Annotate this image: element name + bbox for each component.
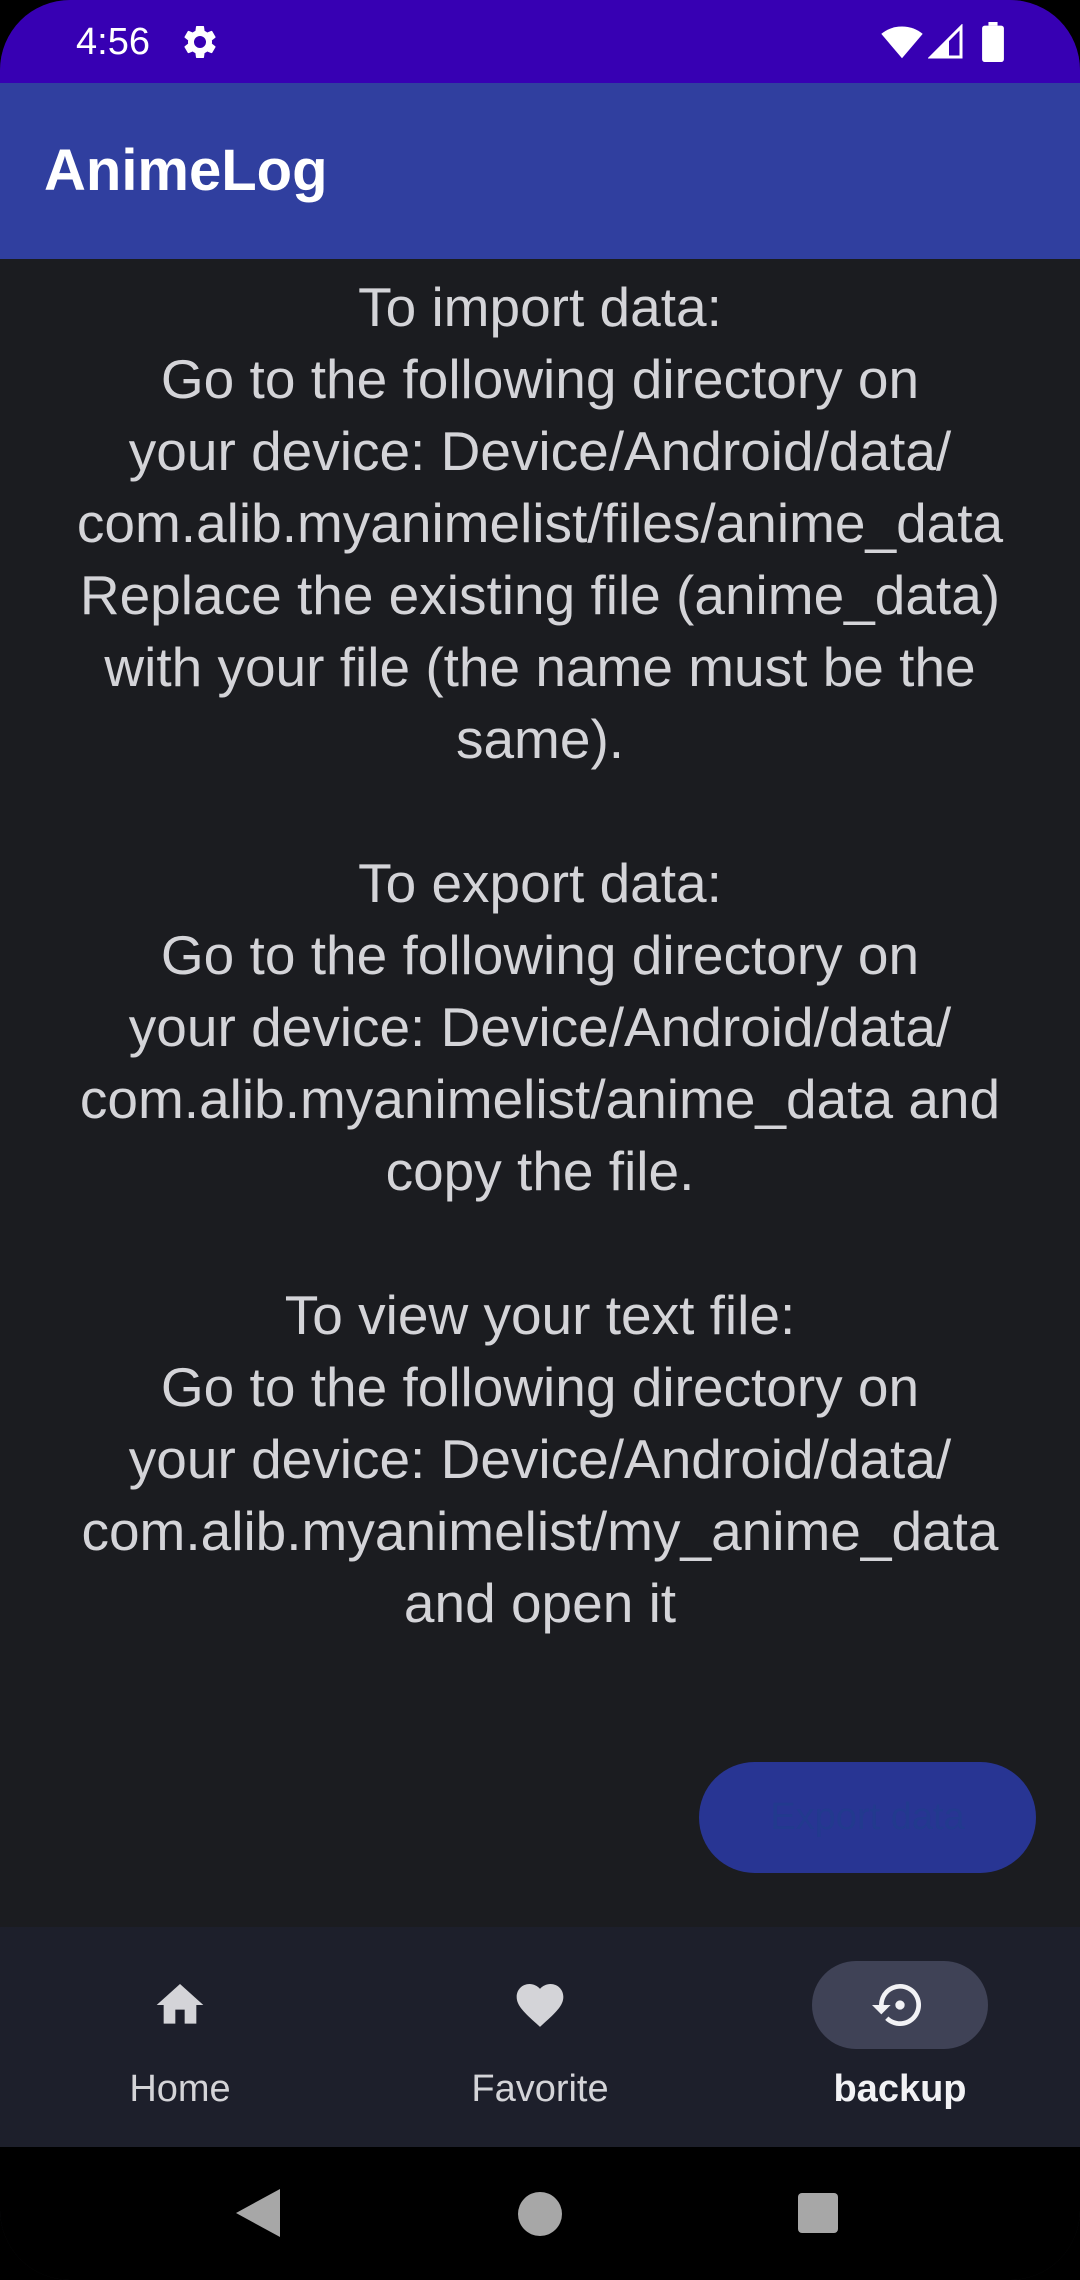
nav-label-home: Home bbox=[129, 2068, 231, 2110]
home-icon bbox=[156, 1984, 204, 2024]
nav-item-favorite[interactable]: Favorite bbox=[360, 1927, 720, 2147]
instruction-line: copy the file. bbox=[385, 1140, 695, 1202]
instruction-line: com.alib.myanimelist/my_anime_data bbox=[81, 1500, 999, 1562]
instruction-line: com.alib.myanimelist/anime_data and bbox=[79, 1068, 1001, 1130]
instruction-line: Go to the following directory on bbox=[160, 348, 920, 410]
instruction-line: same). bbox=[455, 708, 625, 770]
export-data-button[interactable]: Export data bbox=[699, 1762, 1036, 1873]
app-bar: AnimeLog bbox=[0, 83, 1080, 259]
app-title: AnimeLog bbox=[44, 138, 328, 203]
nav-item-backup[interactable]: backup bbox=[720, 1927, 1080, 2147]
instruction-spacer bbox=[0, 775, 1080, 847]
instruction-line: To view your text file: bbox=[284, 1284, 796, 1346]
backup-content: To import data: Go to the following dire… bbox=[0, 259, 1080, 1927]
instruction-line: your device: Device/Android/data/ bbox=[128, 420, 952, 482]
instruction-line: with your file (the name must be the bbox=[104, 636, 976, 698]
battery-icon bbox=[982, 22, 1004, 62]
nav-label-backup: backup bbox=[833, 2068, 967, 2110]
gear-icon bbox=[184, 25, 216, 58]
recents-icon[interactable] bbox=[798, 2193, 838, 2233]
nav-label-favorite: Favorite bbox=[471, 2068, 609, 2110]
bottom-navigation: Home Favorite backup bbox=[0, 1927, 1080, 2147]
instruction-line: Go to the following directory on bbox=[160, 1356, 920, 1418]
cell-signal-icon bbox=[928, 24, 963, 59]
nav-item-home[interactable]: Home bbox=[0, 1927, 360, 2147]
status-bar: 4:56 bbox=[0, 0, 1080, 83]
phone-screen: 4:56 AnimeLog To import data: Go to the … bbox=[0, 0, 1080, 2280]
instruction-spacer bbox=[0, 1207, 1080, 1279]
backup-instructions: To import data: Go to the following dire… bbox=[0, 271, 1080, 1639]
instruction-line: and open it bbox=[403, 1572, 677, 1634]
instruction-line: Go to the following directory on bbox=[160, 924, 920, 986]
instruction-line: To import data: bbox=[358, 276, 722, 338]
heart-icon bbox=[516, 1984, 564, 2027]
instruction-line: your device: Device/Android/data/ bbox=[128, 996, 952, 1058]
system-navigation-bar bbox=[0, 2147, 1080, 2280]
back-icon[interactable] bbox=[236, 2189, 280, 2237]
instruction-line: To export data: bbox=[358, 852, 722, 914]
instruction-line: com.alib.myanimelist/files/anime_data bbox=[76, 492, 1004, 554]
instruction-line: Replace the existing file (anime_data) bbox=[79, 564, 1001, 626]
backup-restore-icon bbox=[872, 1984, 922, 2026]
instruction-line: your device: Device/Android/data/ bbox=[128, 1428, 952, 1490]
status-time: 4:56 bbox=[76, 21, 150, 63]
home-circle-icon[interactable] bbox=[518, 2192, 562, 2236]
wifi-icon bbox=[881, 26, 923, 59]
